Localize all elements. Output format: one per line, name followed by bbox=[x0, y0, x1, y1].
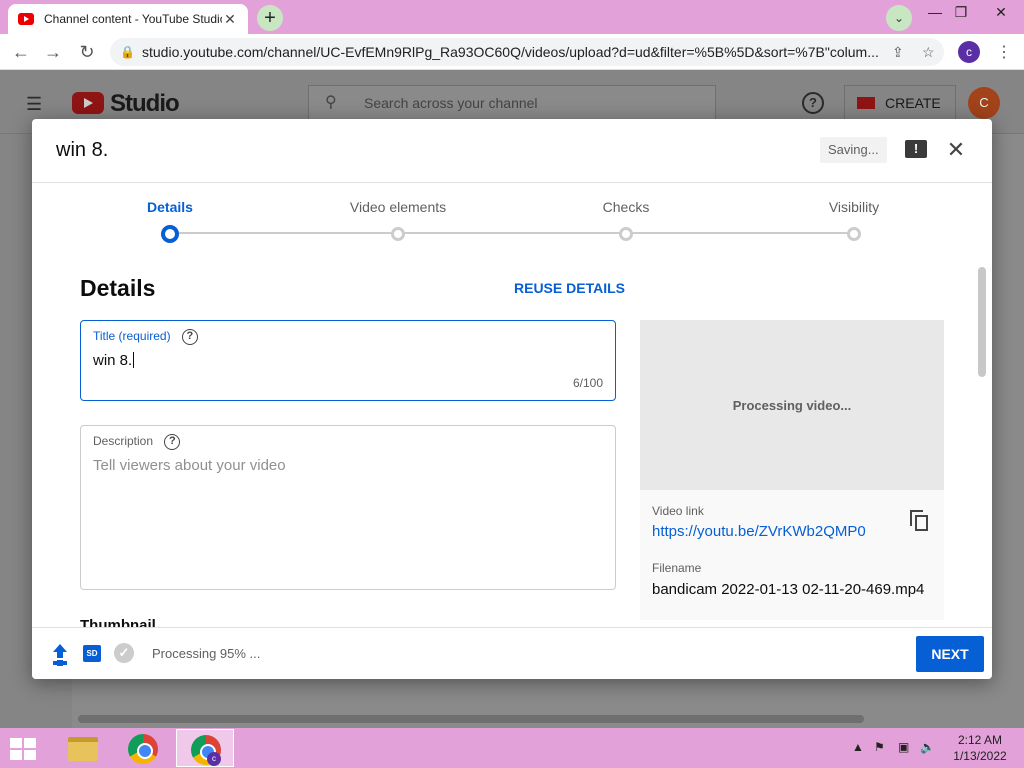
create-label: CREATE bbox=[885, 95, 941, 111]
video-link-label: Video link bbox=[652, 504, 704, 518]
tab-search-chevron-icon[interactable]: ⌄ bbox=[886, 5, 912, 31]
description-field[interactable]: Description ? Tell viewers about your vi… bbox=[80, 425, 616, 590]
description-input[interactable]: Tell viewers about your video bbox=[93, 457, 286, 474]
dialog-title: win 8. bbox=[56, 139, 109, 161]
volume-muted-icon[interactable]: 🔈 bbox=[920, 740, 935, 754]
upload-stepper: Details Video elements Checks Visibility bbox=[32, 183, 992, 253]
search-placeholder: Search across your channel bbox=[364, 95, 538, 111]
dialog-header: win 8. Saving... ! ✕ bbox=[32, 119, 992, 183]
section-title: Details bbox=[80, 275, 156, 301]
close-icon[interactable]: ✕ bbox=[944, 137, 968, 163]
windows-taskbar: c ▲ ⚑ ▣ 🔈 2:12 AM 1/13/2022 bbox=[0, 728, 1024, 768]
studio-search-input[interactable]: ⚲ Search across your channel bbox=[308, 85, 716, 121]
video-preview-player[interactable]: Processing video... bbox=[640, 320, 944, 490]
channel-avatar[interactable]: C bbox=[968, 87, 1000, 119]
browser-toolbar: ← → ↻ 🔒 studio.youtube.com/channel/UC-Ev… bbox=[0, 34, 1024, 70]
chrome-profile-taskbar-item[interactable]: c bbox=[176, 729, 234, 767]
sd-badge-icon[interactable]: SD bbox=[83, 645, 101, 662]
tab-close-icon[interactable]: ✕ bbox=[222, 11, 238, 28]
help-icon[interactable]: ? bbox=[802, 92, 824, 114]
video-link[interactable]: https://youtu.be/ZVrKWb2QMP0 bbox=[652, 523, 866, 540]
clock-time: 2:12 AM bbox=[957, 733, 1003, 747]
thumbnail-heading: Thumbnail bbox=[80, 617, 156, 627]
video-camera-icon bbox=[857, 97, 875, 109]
step-label: Video elements bbox=[349, 199, 447, 215]
lock-icon: 🔒 bbox=[120, 45, 135, 59]
step-video-elements[interactable]: Video elements bbox=[318, 183, 478, 241]
tray-chevron-icon[interactable]: ▲ bbox=[852, 740, 864, 754]
share-icon[interactable]: ⇪ bbox=[892, 44, 904, 61]
saving-status: Saving... bbox=[820, 137, 887, 163]
restore-button[interactable]: ❐ bbox=[946, 4, 976, 21]
new-tab-button[interactable]: + bbox=[257, 5, 283, 31]
back-arrow-icon[interactable]: ← bbox=[10, 42, 32, 63]
step-dot bbox=[391, 227, 405, 241]
processing-video-text: Processing video... bbox=[732, 398, 852, 413]
step-checks[interactable]: Checks bbox=[546, 183, 706, 241]
video-preview-card: Processing video... Video link https://y… bbox=[640, 320, 944, 620]
address-bar[interactable]: 🔒 studio.youtube.com/channel/UC-EvfEMn9R… bbox=[110, 38, 944, 66]
help-question-icon[interactable]: ? bbox=[181, 329, 198, 345]
chrome-taskbar-item[interactable] bbox=[114, 729, 172, 767]
browser-menu-icon[interactable]: ⋮ bbox=[996, 42, 1012, 62]
filename-value: bandicam 2022-01-13 02-11-20-469.mp4 bbox=[652, 581, 925, 598]
title-input[interactable]: win 8. bbox=[93, 352, 134, 369]
chrome-icon bbox=[128, 734, 158, 764]
dialog-scrollbar[interactable] bbox=[978, 267, 986, 377]
profile-avatar[interactable]: c bbox=[958, 41, 980, 63]
dialog-footer: SD ✓ Processing 95% ... NEXT bbox=[32, 627, 992, 679]
filename-label: Filename bbox=[652, 561, 702, 575]
profile-badge: c bbox=[207, 752, 221, 766]
step-label: Visibility bbox=[828, 199, 880, 215]
upload-icon[interactable] bbox=[52, 644, 68, 664]
file-explorer-taskbar-item[interactable] bbox=[52, 729, 110, 767]
next-button[interactable]: NEXT bbox=[916, 636, 984, 672]
search-icon: ⚲ bbox=[325, 94, 337, 111]
bookmark-star-icon[interactable]: ☆ bbox=[922, 44, 935, 61]
browser-tab[interactable]: Channel content - YouTube Studio ✕ bbox=[8, 4, 248, 34]
help-question-icon[interactable]: ? bbox=[164, 434, 181, 450]
checks-complete-icon[interactable]: ✓ bbox=[114, 643, 134, 663]
step-visibility[interactable]: Visibility bbox=[774, 183, 934, 241]
title-field-label: Title (required) ? bbox=[93, 329, 198, 345]
create-button[interactable]: CREATE bbox=[844, 85, 956, 121]
step-dot bbox=[619, 227, 633, 241]
browser-tab-strip: Channel content - YouTube Studio ✕ + ⌄ —… bbox=[0, 0, 1024, 34]
step-label: Checks bbox=[602, 199, 650, 215]
processing-status: Processing 95% ... bbox=[152, 646, 261, 661]
youtube-logo-icon[interactable] bbox=[72, 92, 104, 114]
folder-icon bbox=[68, 737, 98, 761]
step-dot bbox=[847, 227, 861, 241]
windows-start-icon[interactable] bbox=[10, 738, 36, 760]
upload-dialog: win 8. Saving... ! ✕ Details Video eleme… bbox=[32, 119, 992, 679]
dialog-body[interactable]: Details REUSE DETAILS Title (required) ?… bbox=[32, 253, 992, 627]
network-icon[interactable]: ▣ bbox=[898, 740, 909, 754]
reuse-details-button[interactable]: REUSE DETAILS bbox=[514, 280, 625, 296]
action-center-flag-icon[interactable]: ⚑ bbox=[874, 740, 885, 754]
description-label-text: Description bbox=[93, 434, 154, 449]
hamburger-menu-icon[interactable]: ☰ bbox=[26, 94, 42, 115]
stepper-track bbox=[170, 232, 854, 234]
window-close-button[interactable]: ✕ bbox=[986, 4, 1016, 21]
clock-date: 1/13/2022 bbox=[953, 749, 1007, 763]
title-field[interactable]: Title (required) ? win 8. 6/100 bbox=[80, 320, 616, 401]
step-dot bbox=[161, 225, 179, 243]
step-label: Details bbox=[147, 199, 193, 215]
tab-title: Channel content - YouTube Studio bbox=[44, 12, 222, 26]
title-char-count: 6/100 bbox=[572, 376, 603, 390]
system-clock[interactable]: 2:12 AM 1/13/2022 bbox=[944, 732, 1016, 764]
copy-icon[interactable] bbox=[910, 510, 930, 532]
description-field-label: Description ? bbox=[93, 434, 181, 450]
title-label-text: Title (required) bbox=[93, 329, 171, 344]
feedback-icon[interactable]: ! bbox=[905, 140, 927, 158]
step-details[interactable]: Details bbox=[90, 183, 250, 243]
studio-brand[interactable]: Studio bbox=[110, 90, 180, 118]
forward-arrow-icon[interactable]: → bbox=[42, 42, 64, 63]
horizontal-scrollbar[interactable] bbox=[78, 715, 864, 723]
reload-icon[interactable]: ↻ bbox=[76, 42, 98, 63]
url-text: studio.youtube.com/channel/UC-EvfEMn9RlP… bbox=[142, 44, 879, 60]
youtube-favicon-icon bbox=[18, 13, 34, 25]
